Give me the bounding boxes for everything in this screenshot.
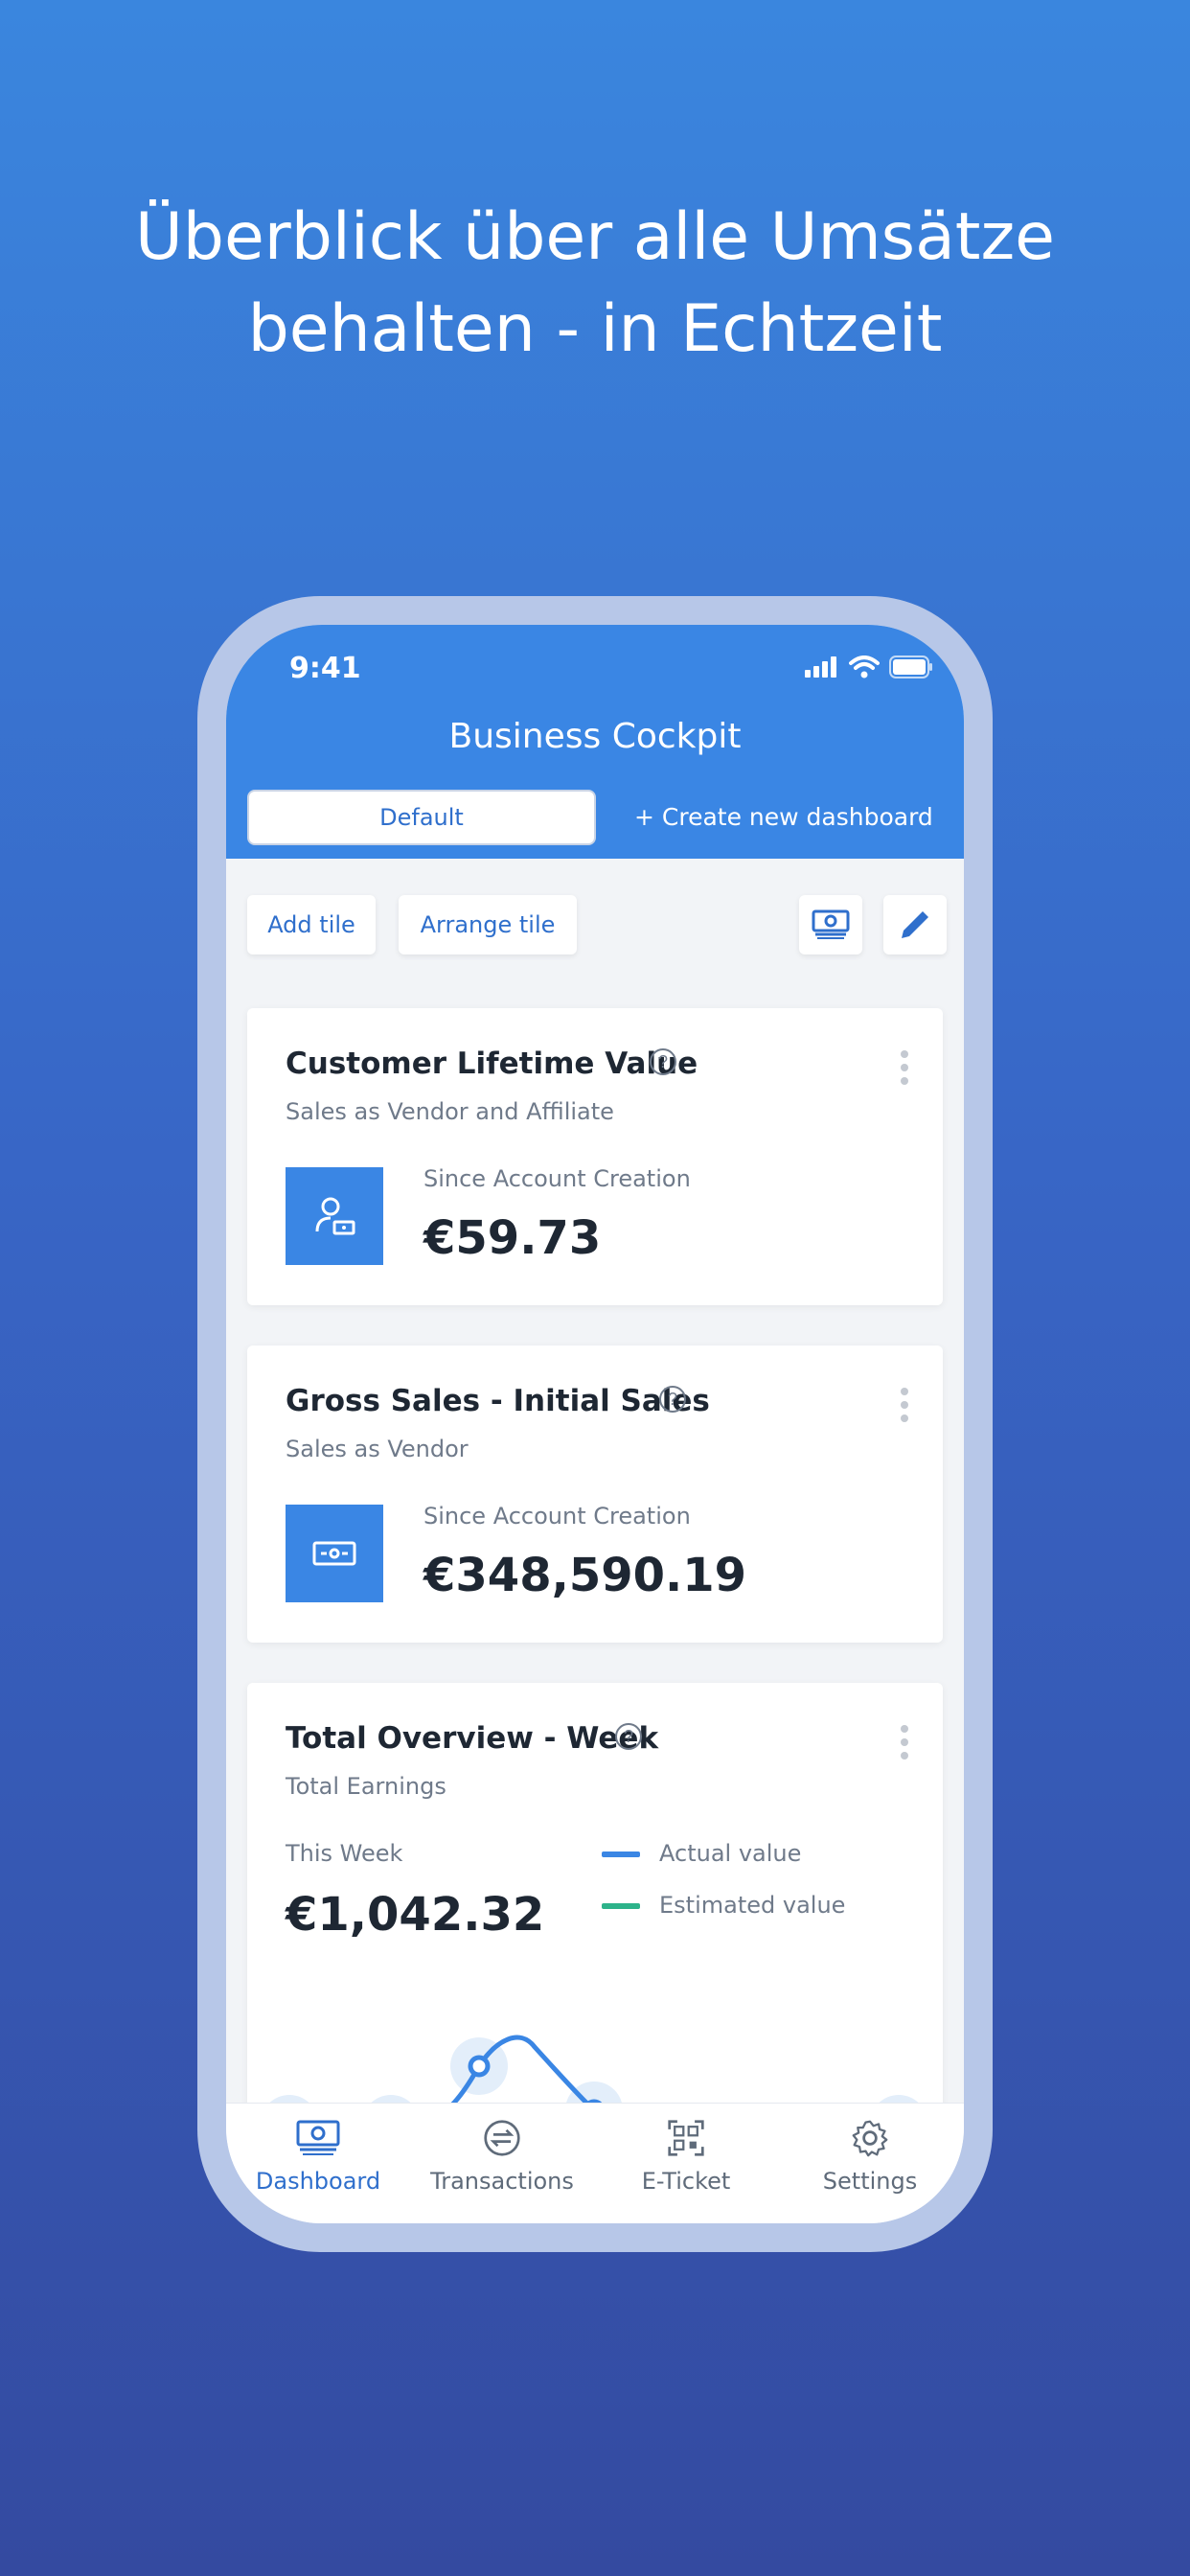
add-tile-button[interactable]: Add tile: [247, 895, 376, 954]
card-customer-lifetime-value[interactable]: Customer Lifetime Value ? Sales as Vendo…: [247, 1008, 943, 1305]
phone-screen: 9:41 Business Cockpit Default + Create n…: [226, 625, 964, 2223]
banknote-icon: [286, 1505, 383, 1602]
help-icon[interactable]: ?: [615, 1723, 642, 1750]
nav-label: Transactions: [430, 2168, 574, 2195]
nav-label: Settings: [822, 2168, 918, 2195]
gear-icon: [852, 2120, 888, 2157]
nav-item-e-ticket[interactable]: E-Ticket: [594, 2119, 778, 2195]
status-time: 9:41: [289, 652, 361, 685]
cellular-signal-icon: [805, 656, 836, 678]
battery-icon: [889, 656, 932, 678]
legend-swatch-estimated: [602, 1903, 640, 1909]
headline-line-2: behalten - in Echtzeit: [247, 291, 943, 367]
nav-label: Dashboard: [255, 2168, 381, 2195]
money-icon: [296, 2120, 340, 2155]
edit-button[interactable]: [883, 895, 947, 954]
metric-value: €1,042.32: [286, 1888, 545, 1942]
qr-code-icon: [668, 2120, 704, 2156]
headline-line-1: Überblick über alle Umsätze: [135, 199, 1055, 275]
card-title: Gross Sales - Initial Sales: [286, 1384, 710, 1418]
pencil-icon: [902, 911, 928, 938]
phone-frame: 9:41 Business Cockpit Default + Create n…: [197, 596, 993, 2252]
card-title: Customer Lifetime Value: [286, 1046, 698, 1081]
card-gross-sales[interactable]: Gross Sales - Initial Sales ? Sales as V…: [247, 1346, 943, 1643]
wifi-icon: [849, 656, 880, 678]
card-subtitle: Total Earnings: [286, 1773, 446, 1800]
status-icons: [805, 656, 933, 678]
headline: Überblick über alle Umsätze behalten - i…: [0, 192, 1190, 376]
bottom-navigation: Dashboard Transactions E-Ticket Settings: [226, 2103, 964, 2223]
currency-button[interactable]: [799, 895, 862, 954]
legend-label-estimated: Estimated value: [659, 1892, 846, 1919]
nav-label: E-Ticket: [641, 2168, 731, 2195]
card-total-overview-week[interactable]: Total Overview - Week ? Total Earnings T…: [247, 1683, 943, 2143]
nav-item-transactions[interactable]: Transactions: [410, 2119, 594, 2195]
metric-label: This Week: [286, 1840, 403, 1867]
help-icon[interactable]: ?: [659, 1386, 686, 1413]
metric-label: Since Account Creation: [423, 1503, 691, 1530]
tab-create-new-dashboard[interactable]: + Create new dashboard: [634, 803, 933, 831]
tab-default[interactable]: Default: [247, 790, 596, 845]
legend-label-actual: Actual value: [659, 1840, 802, 1867]
metric-label: Since Account Creation: [423, 1165, 691, 1192]
legend-swatch-actual: [602, 1852, 640, 1857]
arrange-tile-button[interactable]: Arrange tile: [399, 895, 577, 954]
card-subtitle: Sales as Vendor: [286, 1436, 469, 1462]
card-subtitle: Sales as Vendor and Affiliate: [286, 1098, 614, 1125]
money-icon: [812, 909, 850, 939]
nav-item-dashboard[interactable]: Dashboard: [226, 2119, 410, 2195]
help-icon[interactable]: ?: [650, 1048, 676, 1075]
more-options-icon[interactable]: [901, 1388, 908, 1428]
nav-item-settings[interactable]: Settings: [778, 2119, 962, 2195]
customer-money-icon: [286, 1167, 383, 1265]
app-title: Business Cockpit: [448, 717, 742, 756]
metric-value: €59.73: [423, 1211, 602, 1265]
chart-point: [468, 2055, 491, 2078]
app-header: 9:41 Business Cockpit Default + Create n…: [226, 625, 964, 859]
card-title: Total Overview - Week: [286, 1721, 659, 1756]
more-options-icon[interactable]: [901, 1050, 908, 1091]
more-options-icon[interactable]: [901, 1725, 908, 1765]
metric-value: €348,590.19: [423, 1549, 747, 1602]
transfer-icon: [484, 2120, 520, 2156]
